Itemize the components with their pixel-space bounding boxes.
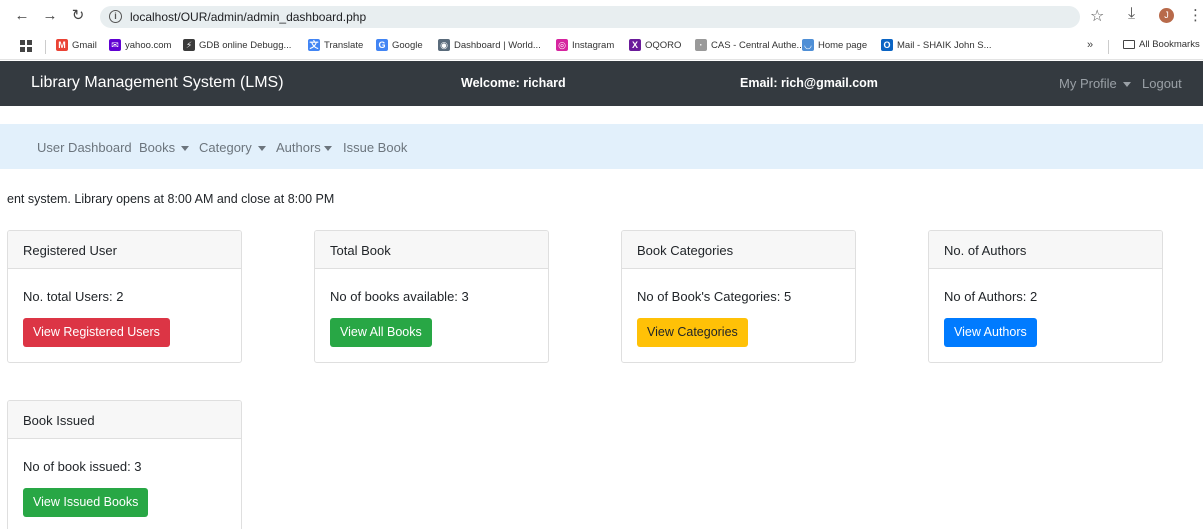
nav-issue-book[interactable]: Issue Book [343, 140, 407, 155]
bookmark-item[interactable]: ◉ Dashboard | World... [438, 39, 541, 51]
logout-link[interactable]: Logout [1142, 76, 1182, 91]
bookmark-label: CAS - Central Authe... [711, 39, 805, 51]
sub-navbar: User Dashboard Books Category Authors Is… [0, 124, 1203, 169]
book-issued-card: Book Issued No of book issued: 3 View Is… [7, 400, 242, 529]
bookmark-item[interactable]: X OQORO [629, 39, 681, 51]
bookmark-label: Mail - SHAIK John S... [897, 39, 992, 51]
gdb-icon: ⚡ [183, 39, 195, 51]
google-icon: G [376, 39, 388, 51]
card-header: Book Categories [622, 231, 855, 269]
cas-icon: · [695, 39, 707, 51]
nav-user-dashboard[interactable]: User Dashboard [37, 140, 132, 155]
download-icon[interactable]: ⤓ [1128, 5, 1135, 23]
caret-down-icon [1122, 82, 1131, 88]
bookmark-label: Gmail [72, 39, 97, 51]
outlook-icon: O [881, 39, 893, 51]
bookmark-label: OQORO [645, 39, 682, 51]
bookmark-item[interactable]: ◡ Home page [802, 39, 867, 51]
nav-books-label: Books [139, 140, 176, 155]
bookmark-label: Dashboard | World... [454, 39, 541, 51]
bookmark-item[interactable]: ◎ Instagram [556, 39, 614, 51]
site-info-icon[interactable]: i [109, 10, 122, 23]
card-text: No of book issued: 3 [23, 459, 142, 474]
total-book-card: Total Book No of books available: 3 View… [314, 230, 549, 363]
welcome-text: Welcome: richard [461, 76, 566, 90]
bookmarks-bar: M Gmail ✉ yahoo.com ⚡ GDB online Debugg... 文 Tr… [0, 33, 1203, 60]
address-bar[interactable]: i localhost/OUR/admin/admin_dashboard.ph… [100, 6, 1080, 28]
caret-down-icon [323, 146, 332, 152]
bookmark-label: yahoo.com [125, 39, 172, 51]
caret-down-icon [181, 146, 190, 152]
card-text: No of Authors: 2 [944, 289, 1038, 304]
bookmark-divider [1108, 40, 1109, 54]
view-issued-books-button[interactable]: View Issued Books [23, 488, 149, 517]
translate-icon: 文 [308, 39, 320, 51]
bookmark-label: Instagram [572, 39, 615, 51]
card-header: No. of Authors [929, 231, 1162, 269]
bookmark-star-icon[interactable]: ☆ [1090, 6, 1104, 26]
registered-user-card: Registered User No. total Users: 2 View … [7, 230, 242, 363]
apps-grid-icon[interactable] [20, 40, 32, 52]
profile-avatar[interactable]: J [1159, 8, 1174, 23]
bookmark-label: GDB online Debugg... [199, 39, 292, 51]
bookmark-item[interactable]: 文 Translate [308, 39, 363, 51]
view-categories-button[interactable]: View Categories [637, 318, 748, 347]
marquee-notice: ent system. Library opens at 8:00 AM and… [7, 192, 335, 206]
brand-title[interactable]: Library Management System (LMS) [31, 74, 284, 92]
bookmark-label: Google [392, 39, 423, 51]
nav-category-dropdown[interactable]: Category [199, 140, 266, 155]
email-text: Email: rich@gmail.com [740, 76, 878, 90]
caret-down-icon [257, 146, 266, 152]
browser-toolbar: ← → ↻ i localhost/OUR/admin/admin_dashbo… [0, 0, 1203, 33]
nav-books-dropdown[interactable]: Books [139, 140, 190, 155]
bookmark-item[interactable]: · CAS - Central Authe... [695, 39, 804, 51]
folder-icon [1123, 40, 1135, 49]
view-all-books-button[interactable]: View All Books [330, 318, 432, 347]
card-header: Total Book [315, 231, 548, 269]
book-categories-card: Book Categories No of Book's Categories:… [621, 230, 856, 363]
bookmark-item[interactable]: O Mail - SHAIK John S... [881, 39, 992, 51]
bookmark-label: Home page [818, 39, 868, 51]
more-bookmarks-button[interactable]: » [1087, 39, 1093, 51]
forward-arrow-icon[interactable]: → [41, 7, 59, 25]
card-header: Book Issued [8, 401, 241, 439]
view-registered-users-button[interactable]: View Registered Users [23, 318, 170, 347]
my-profile-label: My Profile [1059, 76, 1117, 91]
app-navbar: Library Management System (LMS) Welcome:… [0, 61, 1203, 106]
dashboard-icon: ◉ [438, 39, 450, 51]
oqoro-icon: X [629, 39, 641, 51]
bookmark-item[interactable]: G Google [376, 39, 423, 51]
card-text: No of Book's Categories: 5 [637, 289, 792, 304]
card-header: Registered User [8, 231, 241, 269]
bookmark-divider [45, 40, 46, 54]
bookmark-label: Translate [324, 39, 364, 51]
gmail-icon: M [56, 39, 68, 51]
nav-category-label: Category [199, 140, 252, 155]
bookmark-item[interactable]: ✉ yahoo.com [109, 39, 171, 51]
nav-authors-label: Authors [276, 140, 321, 155]
my-profile-dropdown[interactable]: My Profile [1059, 76, 1131, 91]
card-text: No. total Users: 2 [23, 289, 124, 304]
card-text: No of books available: 3 [330, 289, 469, 304]
authors-card: No. of Authors No of Authors: 2 View Aut… [928, 230, 1163, 363]
reload-icon[interactable]: ↻ [69, 7, 87, 25]
back-arrow-icon[interactable]: ← [13, 7, 31, 25]
all-bookmarks-label: All Bookmarks [1139, 39, 1200, 50]
all-bookmarks-button[interactable]: All Bookmarks [1123, 39, 1200, 50]
browser-menu-icon[interactable]: ⋮ [1188, 6, 1203, 24]
home-page-icon: ◡ [802, 39, 814, 51]
bookmark-item[interactable]: ⚡ GDB online Debugg... [183, 39, 291, 51]
view-authors-button[interactable]: View Authors [944, 318, 1037, 347]
instagram-icon: ◎ [556, 39, 568, 51]
url-text[interactable]: localhost/OUR/admin/admin_dashboard.php [130, 10, 366, 24]
nav-authors-dropdown[interactable]: Authors [276, 140, 332, 155]
yahoo-mail-icon: ✉ [109, 39, 121, 51]
bookmark-item[interactable]: M Gmail [56, 39, 97, 51]
